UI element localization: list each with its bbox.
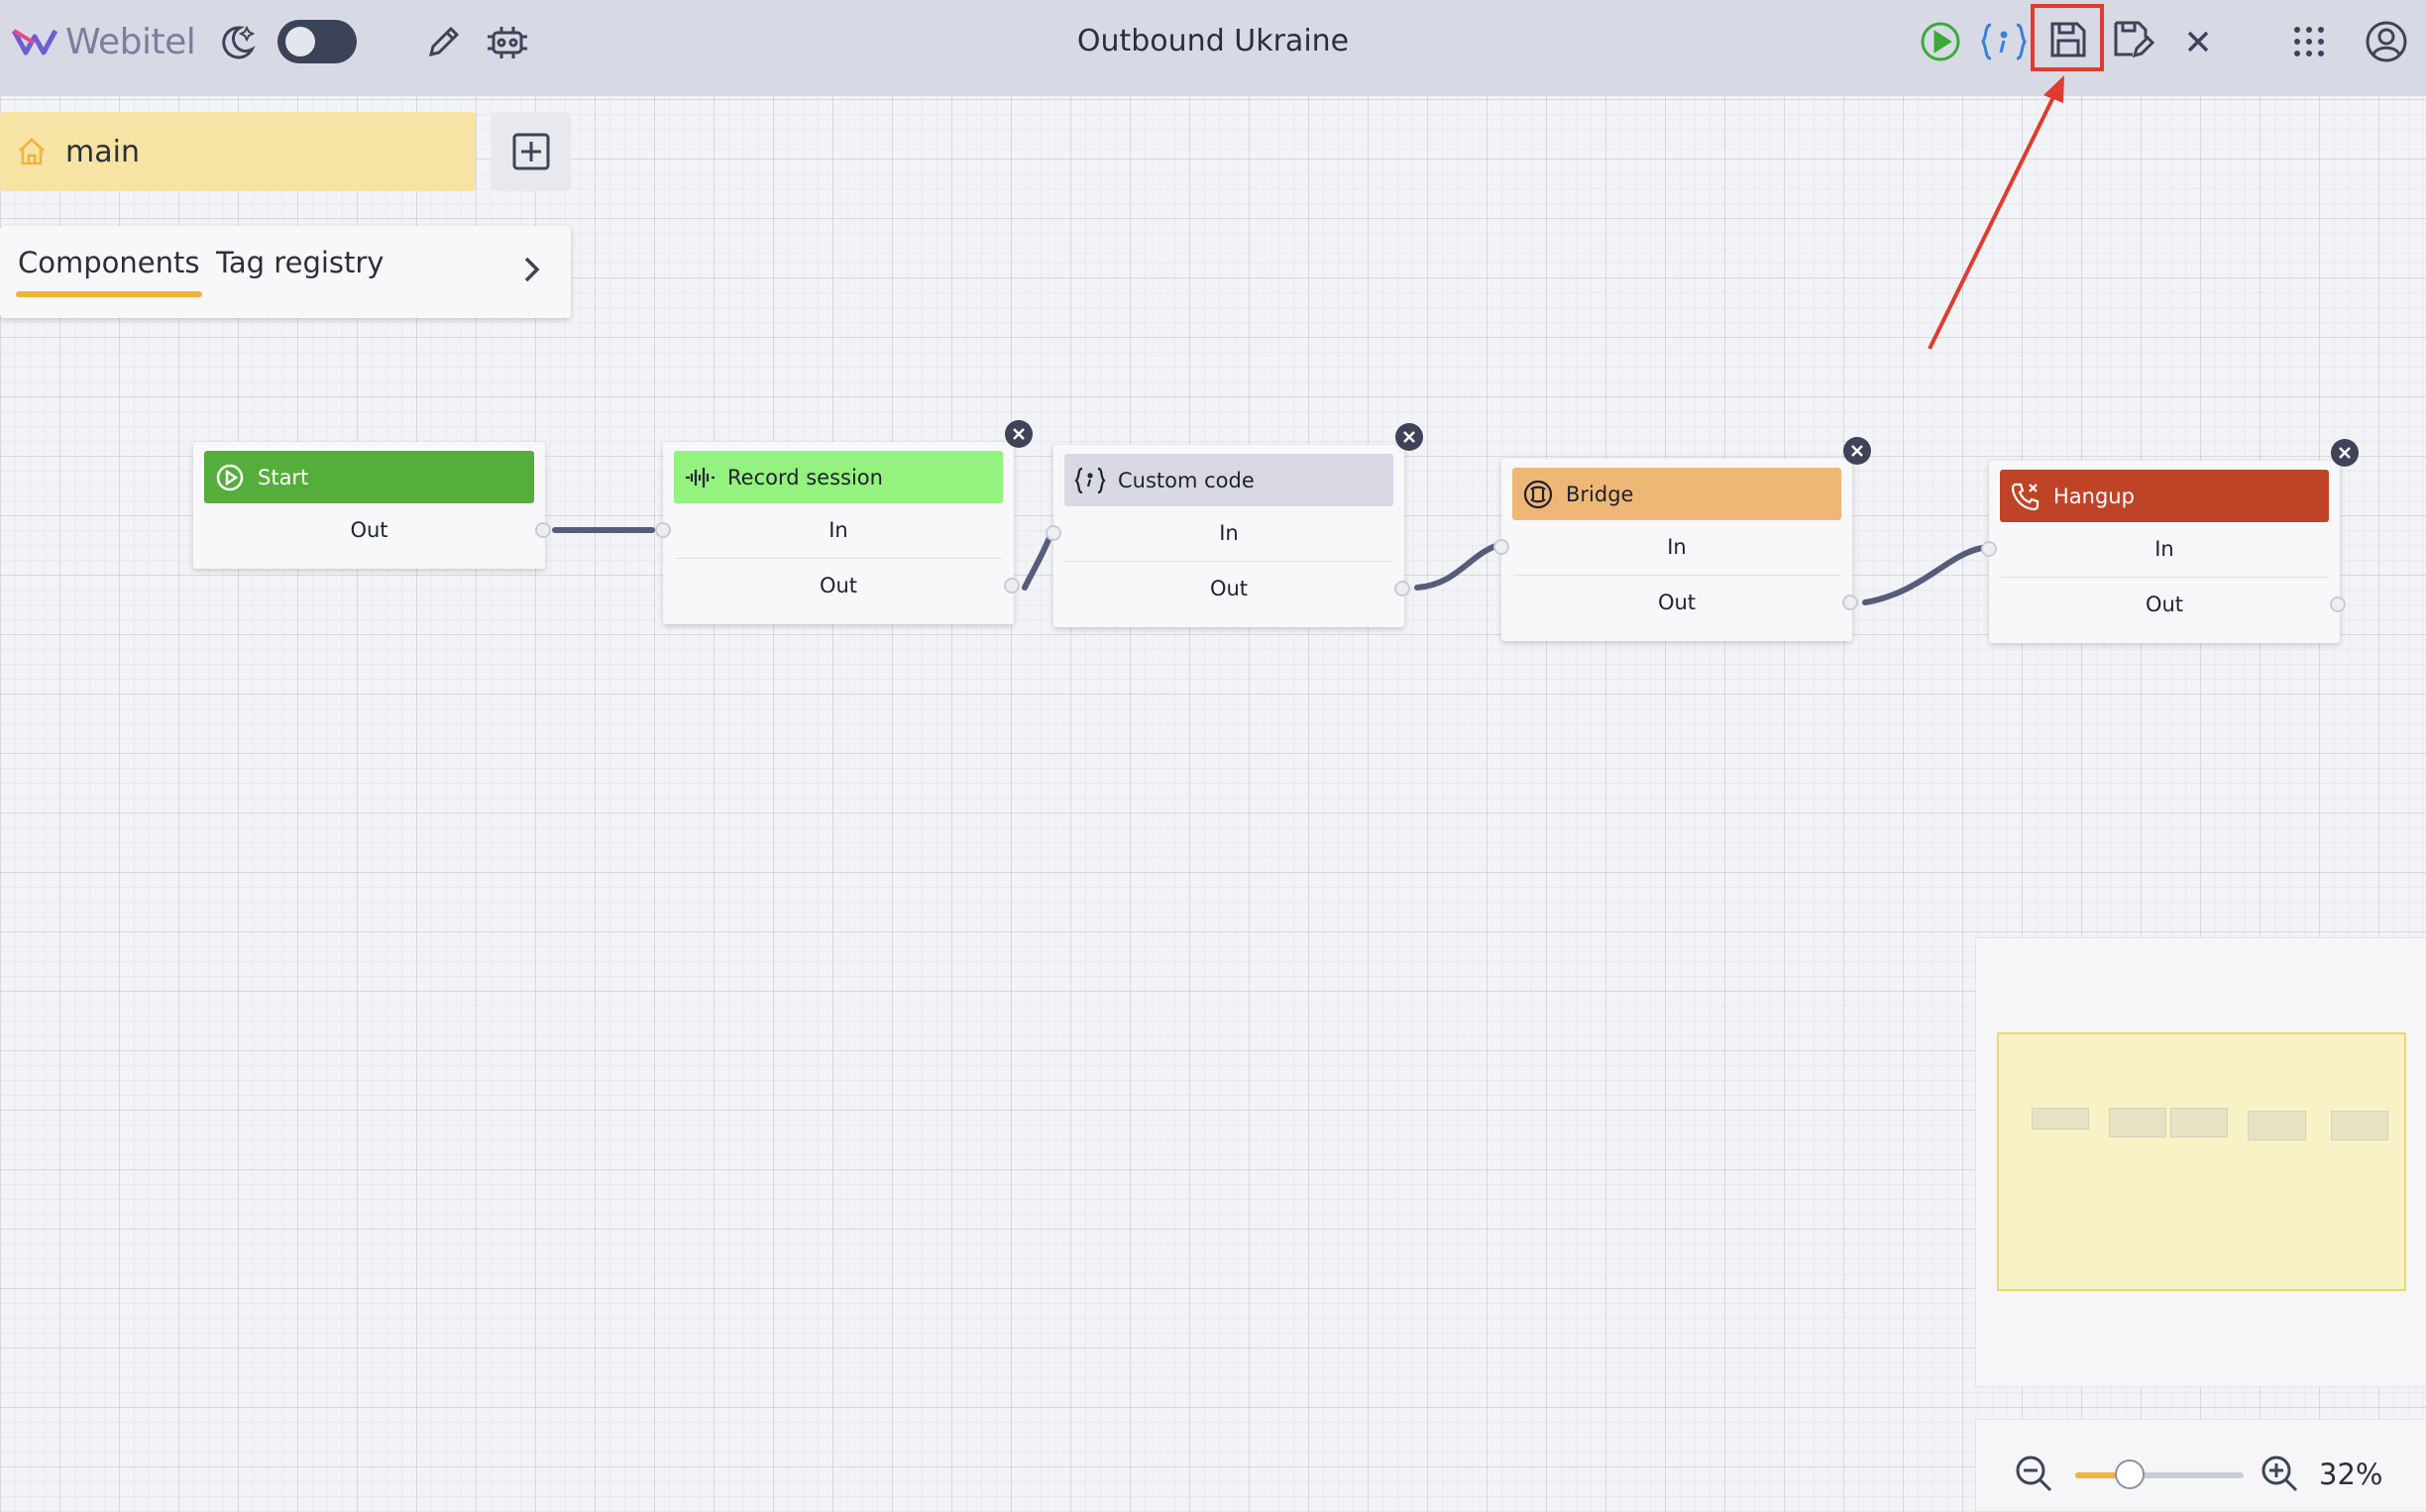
connection-custom-bridge — [1414, 542, 1501, 591]
port-label-in: In — [1219, 521, 1239, 545]
minimap[interactable] — [1975, 937, 2426, 1387]
port-in[interactable] — [1981, 541, 1997, 557]
zoom-in-icon[interactable] — [2258, 1452, 2301, 1495]
bridge-icon — [1520, 477, 1556, 512]
phone-hangup-icon — [2008, 479, 2043, 514]
node-start[interactable]: Start Out — [193, 442, 551, 569]
close-icon[interactable] — [1395, 423, 1423, 451]
close-icon[interactable] — [2331, 439, 2359, 467]
port-label-out: Out — [1657, 591, 1697, 614]
minimap-node — [2032, 1108, 2089, 1130]
minimap-viewport[interactable] — [1997, 1032, 2406, 1291]
node-title: Start — [258, 465, 309, 489]
port-out[interactable] — [2330, 596, 2346, 612]
connection-bridge-hangup — [1862, 545, 1985, 605]
node-record-session[interactable]: Record session In Out — [655, 420, 1033, 624]
node-custom-code-header[interactable]: Custom code — [1064, 454, 1393, 506]
node-title: Custom code — [1118, 468, 1255, 492]
port-label-in: In — [1667, 535, 1687, 559]
close-icon[interactable] — [1843, 437, 1871, 465]
node-title: Bridge — [1566, 482, 1634, 506]
zoom-percent: 32% — [2319, 1458, 2383, 1491]
node-bridge-header[interactable]: Bridge — [1512, 468, 1841, 520]
port-label-out: Out — [350, 518, 388, 542]
port-out[interactable] — [1842, 594, 1858, 610]
code-braces-icon — [1072, 463, 1108, 498]
port-label-in: In — [2154, 537, 2174, 561]
port-out[interactable] — [1004, 578, 1020, 594]
audio-wave-icon — [682, 460, 717, 495]
port-label-out: Out — [1209, 577, 1249, 600]
port-label-out: Out — [2145, 593, 2184, 616]
node-title: Record session — [727, 465, 883, 489]
minimap-node — [2331, 1111, 2388, 1140]
port-label-in: In — [828, 518, 848, 542]
connection-record-custom — [1022, 532, 1053, 591]
close-icon[interactable] — [1005, 420, 1033, 448]
node-custom-code[interactable]: Custom code In Out — [1046, 423, 1423, 627]
minimap-node — [2170, 1108, 2228, 1137]
port-in[interactable] — [1046, 525, 1061, 541]
minimap-node — [2109, 1108, 2166, 1137]
port-in[interactable] — [1493, 539, 1509, 555]
zoom-controls: 32% — [1975, 1419, 2426, 1512]
zoom-slider-knob[interactable] — [2115, 1459, 2145, 1489]
minimap-node — [2248, 1111, 2306, 1140]
port-in[interactable] — [655, 522, 671, 538]
node-hangup[interactable]: Hangup In Out — [1981, 439, 2359, 643]
node-start-header[interactable]: Start — [204, 451, 534, 503]
node-bridge[interactable]: Bridge In Out — [1493, 437, 1871, 641]
node-hangup-header[interactable]: Hangup — [2000, 470, 2329, 522]
node-title: Hangup — [2053, 484, 2135, 508]
zoom-out-icon[interactable] — [2012, 1452, 2055, 1495]
port-label-out: Out — [819, 574, 858, 597]
node-record-session-header[interactable]: Record session — [674, 451, 1003, 503]
port-out[interactable] — [1394, 581, 1410, 596]
port-out[interactable] — [535, 522, 551, 538]
play-circle-icon — [212, 460, 248, 495]
